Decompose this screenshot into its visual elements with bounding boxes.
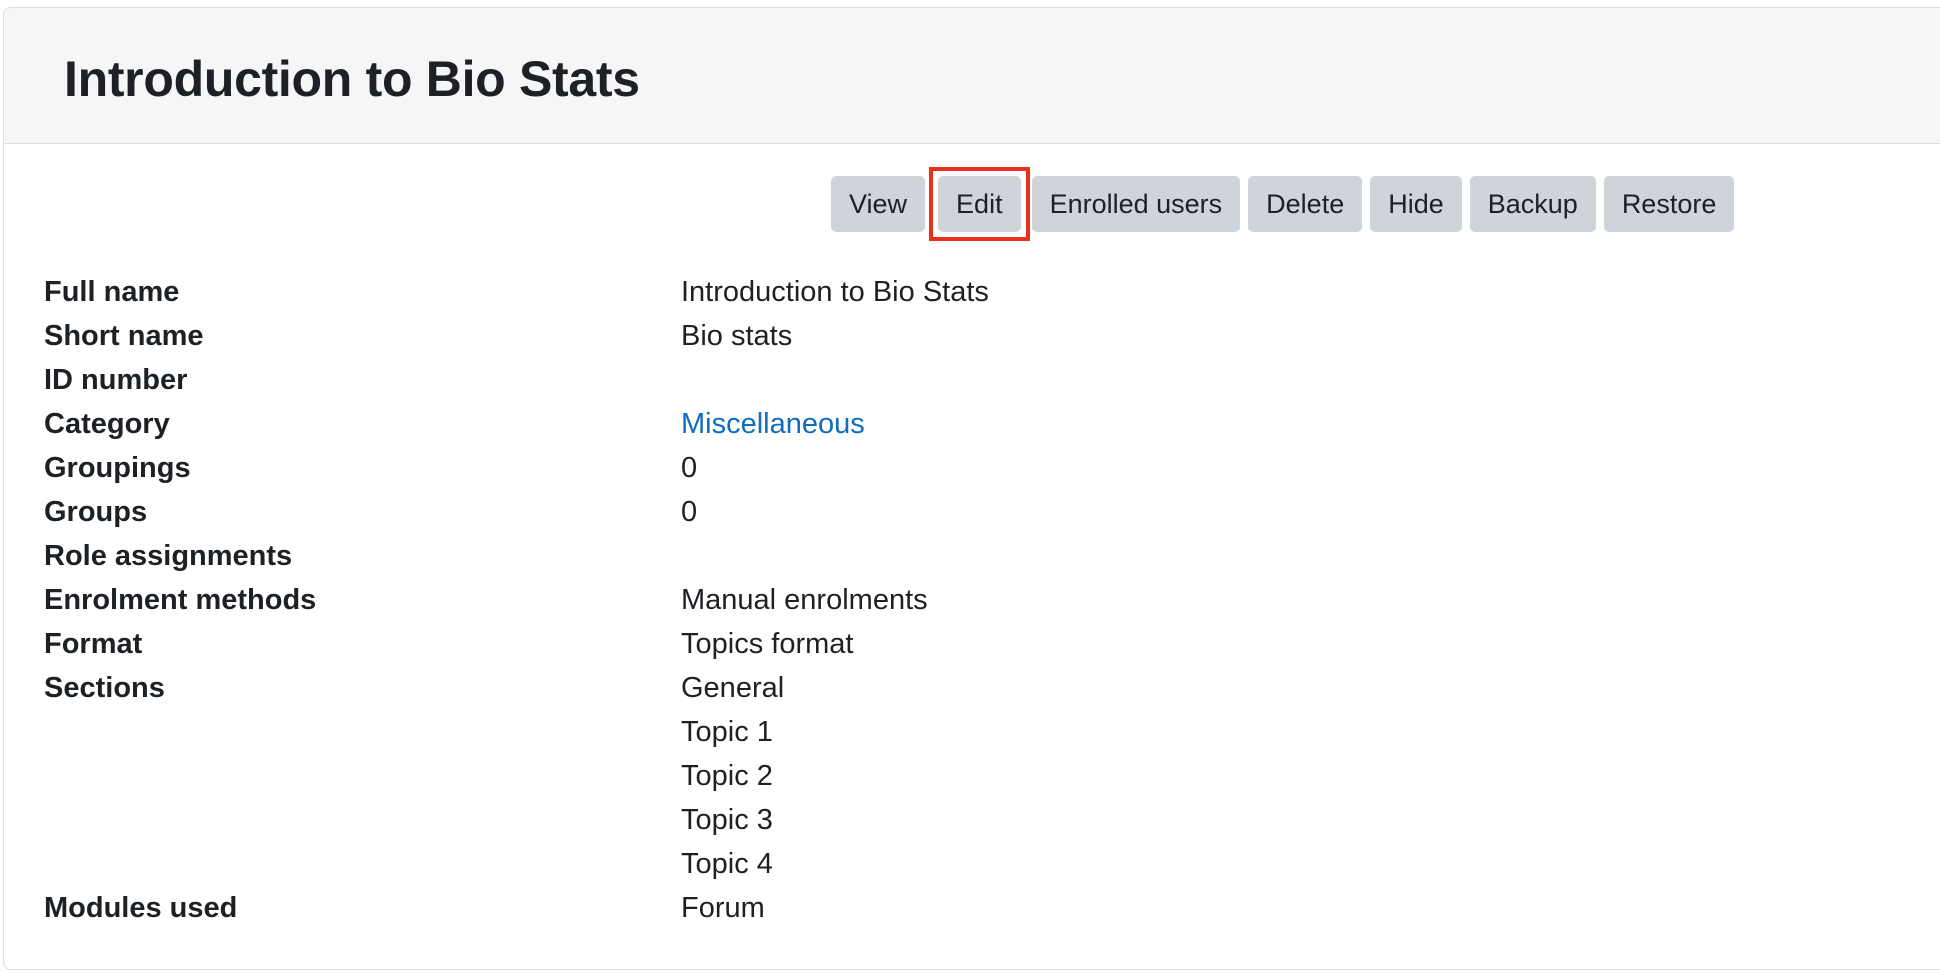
detail-row-category: Category Miscellaneous xyxy=(44,408,1544,452)
detail-value: Introduction to Bio Stats xyxy=(681,276,989,308)
detail-label: Full name xyxy=(44,276,180,308)
detail-label: Enrolment methods xyxy=(44,584,317,616)
detail-row-full-name: Full name Introduction to Bio Stats xyxy=(44,276,1544,320)
section-item: Topic 1 xyxy=(681,716,773,748)
section-item: General xyxy=(681,672,785,704)
detail-value: Bio stats xyxy=(681,320,793,352)
edit-button[interactable]: Edit xyxy=(938,176,1021,232)
detail-value: Forum xyxy=(681,892,765,924)
detail-row-id-number: ID number xyxy=(44,364,1544,408)
detail-value: 0 xyxy=(681,496,698,528)
detail-label: Format xyxy=(44,628,143,660)
course-actions-toolbar: View Edit Enrolled users Delete Hide Bac… xyxy=(831,167,1735,241)
view-button[interactable]: View xyxy=(831,176,926,232)
detail-label: Groupings xyxy=(44,452,191,484)
detail-row-groupings: Groupings 0 xyxy=(44,452,1544,496)
detail-row-role-assignments: Role assignments xyxy=(44,540,1544,584)
detail-value: 0 xyxy=(681,452,698,484)
detail-row-enrolment-methods: Enrolment methods Manual enrolments xyxy=(44,584,1544,628)
backup-button[interactable]: Backup xyxy=(1469,176,1596,232)
detail-row-groups: Groups 0 xyxy=(44,496,1544,540)
restore-button[interactable]: Restore xyxy=(1603,176,1735,232)
detail-value: Manual enrolments xyxy=(681,584,928,616)
detail-row-format: Format Topics format xyxy=(44,628,1544,672)
card-header: Introduction to Bio Stats xyxy=(4,8,1940,144)
section-item: Topic 4 xyxy=(681,848,773,880)
detail-label: Groups xyxy=(44,496,148,528)
detail-value: Miscellaneous xyxy=(681,408,865,441)
detail-row-modules-used: Modules used Forum xyxy=(44,892,1544,936)
page-title: Introduction to Bio Stats xyxy=(64,51,640,107)
enrolled-users-button[interactable]: Enrolled users xyxy=(1031,176,1241,232)
detail-label: Sections xyxy=(44,672,165,704)
delete-button[interactable]: Delete xyxy=(1248,176,1363,232)
detail-row-short-name: Short name Bio stats xyxy=(44,320,1544,364)
hide-button[interactable]: Hide xyxy=(1370,176,1462,232)
section-item: Topic 3 xyxy=(681,804,773,836)
detail-label: Short name xyxy=(44,320,204,352)
detail-label: Role assignments xyxy=(44,540,293,572)
detail-row-sections: Sections General Topic 1 Topic 2 Topic 3… xyxy=(44,672,1544,892)
detail-label: ID number xyxy=(44,364,188,396)
detail-value: Topics format xyxy=(681,628,854,660)
detail-label: Category xyxy=(44,408,170,440)
section-item: Topic 2 xyxy=(681,760,773,792)
edit-button-highlight: Edit xyxy=(929,167,1030,241)
sections-list: General Topic 1 Topic 2 Topic 3 Topic 4 xyxy=(681,672,784,892)
detail-label: Modules used xyxy=(44,892,238,924)
course-details: Full name Introduction to Bio Stats Shor… xyxy=(44,276,1544,936)
category-link[interactable]: Miscellaneous xyxy=(681,408,865,440)
